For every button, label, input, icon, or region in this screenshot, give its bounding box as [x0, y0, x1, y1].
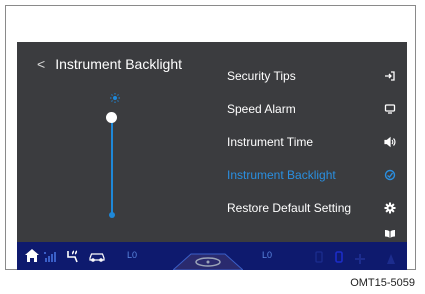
- menu-item-label: Instrument Backlight: [227, 167, 336, 182]
- speaker-icon: [383, 135, 397, 149]
- left-level: L0: [127, 250, 138, 260]
- backlight-slider-knob[interactable]: [106, 112, 117, 123]
- gear-icon: [383, 201, 397, 215]
- menu-item-instrument-backlight[interactable]: Instrument Backlight: [227, 158, 397, 191]
- right-level: L0: [262, 250, 273, 260]
- menu-item-label: Instrument Time: [227, 134, 314, 149]
- page-title: Instrument Backlight: [55, 56, 183, 72]
- phone-icon: [335, 250, 343, 268]
- battery-icon: [315, 250, 323, 268]
- menu-item-label: Speed Alarm: [227, 101, 296, 116]
- menu-item-instrument-time[interactable]: Instrument Time: [227, 125, 397, 158]
- settings-menu: Security Tips Speed Alarm Instrument Tim…: [227, 59, 397, 244]
- display-icon: [383, 102, 397, 116]
- brightness-sun-icon: [110, 90, 120, 108]
- backlight-slider-min: [109, 212, 115, 218]
- signal-icon: [44, 249, 58, 267]
- back-button[interactable]: <: [37, 56, 45, 72]
- menu-item-manual[interactable]: [227, 224, 397, 244]
- menu-item-label: Restore Default Setting: [227, 200, 352, 215]
- menu-item-security-tips[interactable]: Security Tips: [227, 59, 397, 92]
- alert-icon: [387, 251, 395, 269]
- page-header: < Instrument Backlight: [37, 56, 182, 72]
- exit-icon: [383, 69, 397, 83]
- display-screen: < Instrument Backlight Security Tips Spe…: [17, 42, 407, 270]
- home-icon[interactable]: [25, 249, 39, 267]
- car-icon: [88, 249, 106, 267]
- status-bar: L0 L0: [17, 242, 407, 270]
- figure-caption: OMT15-5059: [350, 277, 415, 289]
- menu-item-label: Security Tips: [227, 68, 296, 83]
- steering-icon[interactable]: [172, 242, 244, 270]
- fan-icon: [355, 251, 365, 269]
- seat-heat-icon: [65, 249, 81, 268]
- menu-item-restore-default[interactable]: Restore Default Setting: [227, 191, 397, 224]
- brightness-icon: [383, 168, 397, 182]
- backlight-slider-track[interactable]: [111, 116, 113, 216]
- menu-item-speed-alarm[interactable]: Speed Alarm: [227, 92, 397, 125]
- book-icon: [383, 227, 397, 241]
